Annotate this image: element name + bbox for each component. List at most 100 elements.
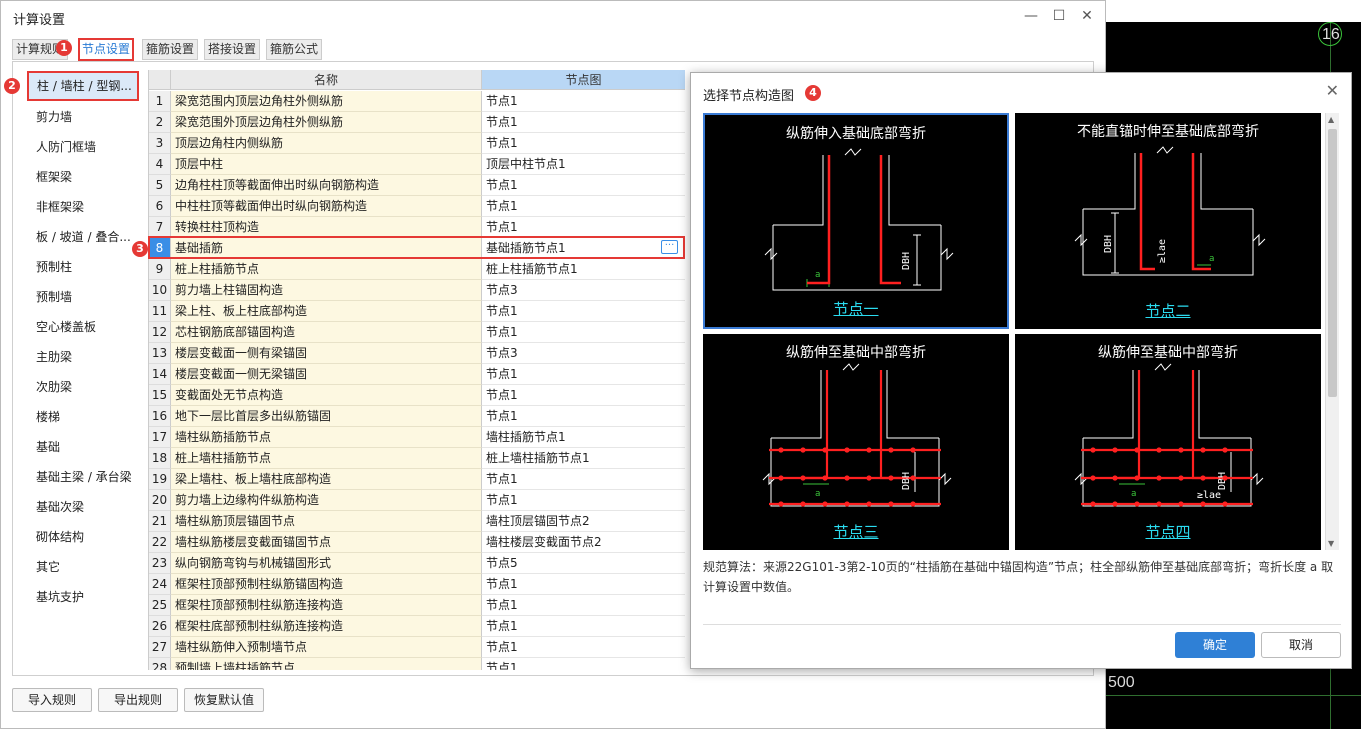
table-row[interactable]: 14 楼层变截面一侧无梁锚固 节点1 [149,364,685,385]
table-row[interactable]: 9 桩上柱插筋节点 桩上柱插筋节点1 [149,259,685,280]
sidebar-item-civil-defense-frame-wall[interactable]: 人防门框墙 [24,133,139,161]
row-node-value[interactable]: 基础插筋节点1 [482,238,685,259]
ok-button[interactable]: 确定 [1175,632,1255,658]
row-node-value[interactable]: 节点1 [482,574,685,595]
sidebar-item-slab[interactable]: 板 / 坡道 / 叠合... [24,223,139,251]
scroll-down-icon[interactable]: ▼ [1328,539,1334,548]
sidebar-item-pit-support[interactable]: 基坑支护 [24,583,139,611]
table-row[interactable]: 28 预制墙上墙柱插筋节点 节点1 [149,658,685,670]
rebar-dot [1134,475,1140,481]
row-node-value[interactable]: 墙柱楼层变截面节点2 [482,532,685,553]
table-row[interactable]: 1 梁宽范围内顶层边角柱外侧纵筋 节点1 [149,91,685,112]
sidebar-item-stair[interactable]: 楼梯 [24,403,139,431]
row-node-value[interactable]: 节点1 [482,301,685,322]
row-node-value[interactable]: 节点1 [482,364,685,385]
row-node-value[interactable]: 顶层中柱节点1 [482,154,685,175]
row-node-value[interactable]: 节点1 [482,469,685,490]
sidebar-item-frame-beam[interactable]: 框架梁 [24,163,139,191]
sidebar-item-foundation[interactable]: 基础 [24,433,139,461]
row-node-value[interactable]: 节点3 [482,343,685,364]
sidebar-item-masonry[interactable]: 砌体结构 [24,523,139,551]
sidebar-item-precast-column[interactable]: 预制柱 [24,253,139,281]
row-node-value[interactable]: 节点1 [482,175,685,196]
table-row[interactable]: 20 剪力墙上边缘构件纵筋构造 节点1 [149,490,685,511]
table-row[interactable]: 16 地下一层比首层多出纵筋锚固 节点1 [149,406,685,427]
header-name[interactable]: 名称 [171,70,482,90]
dialog-scrollbar[interactable]: ▲ ▼ [1325,113,1339,550]
table-row[interactable]: 7 转换柱柱顶构造 节点1 [149,217,685,238]
table-row[interactable]: 12 芯柱钢筋底部锚固构造 节点1 [149,322,685,343]
row-node-value[interactable]: 节点1 [482,385,685,406]
row-node-value[interactable]: 节点3 [482,280,685,301]
table-row[interactable]: 18 桩上墙柱插筋节点 桩上墙柱插筋节点1 [149,448,685,469]
row-node-value[interactable]: 节点1 [482,406,685,427]
sidebar-item-secondary-rib-beam[interactable]: 次肋梁 [24,373,139,401]
table-row[interactable]: 19 梁上墙柱、板上墙柱底部构造 节点1 [149,469,685,490]
sidebar-item-foundation-main-beam[interactable]: 基础主梁 / 承台梁 [24,463,139,491]
row-node-value[interactable]: 节点1 [482,595,685,616]
svg-text:a: a [1209,254,1214,264]
table-row[interactable]: 22 墙柱纵筋楼层变截面锚固节点 墙柱楼层变截面节点2 [149,532,685,553]
sidebar-item-column[interactable]: 柱 / 墙柱 / 型钢... [27,71,139,101]
sidebar-item-foundation-secondary-beam[interactable]: 基础次梁 [24,493,139,521]
maximize-icon[interactable]: ☐ [1049,7,1069,25]
sidebar-item-hollow-floor[interactable]: 空心楼盖板 [24,313,139,341]
row-node-value[interactable]: 节点1 [482,196,685,217]
table-row[interactable]: 10 剪力墙上柱锚固构造 节点3 [149,280,685,301]
header-node-diagram[interactable]: 节点图 [482,70,685,90]
sidebar-item-other[interactable]: 其它 [24,553,139,581]
import-rules-button[interactable]: 导入规则 [12,688,92,712]
row-node-value[interactable]: 节点1 [482,217,685,238]
node-tile-3[interactable]: 纵筋伸至基础中部弯折 DBH a 节点三 [703,334,1009,550]
table-row[interactable]: 17 墙柱纵筋插筋节点 墙柱插筋节点1 [149,427,685,448]
row-node-value[interactable]: 节点1 [482,637,685,658]
restore-defaults-button[interactable]: 恢复默认值 [184,688,264,712]
table-row[interactable]: 4 顶层中柱 顶层中柱节点1 [149,154,685,175]
export-rules-button[interactable]: 导出规则 [98,688,178,712]
node-tile-1[interactable]: 纵筋伸入基础底部弯折 DBH a 节点一 [703,113,1009,329]
tab-stirrup-formula[interactable]: 箍筋公式 [266,39,322,60]
tab-lap-settings[interactable]: 搭接设置 [204,39,260,60]
node-picker-button[interactable]: ··· [661,240,678,254]
table-row[interactable]: 23 纵向钢筋弯钩与机械锚固形式 节点5 [149,553,685,574]
row-node-value[interactable]: 节点1 [482,658,685,670]
row-node-value[interactable]: 节点1 [482,112,685,133]
table-row[interactable]: 8 基础插筋 基础插筋节点1 [149,238,685,259]
table-row[interactable]: 13 楼层变截面一侧有梁锚固 节点3 [149,343,685,364]
row-node-value[interactable]: 节点1 [482,91,685,112]
row-node-value[interactable]: 节点5 [482,553,685,574]
dialog-close-icon[interactable]: ✕ [1326,81,1339,100]
row-node-value[interactable]: 节点1 [482,616,685,637]
minimize-icon[interactable]: — [1021,7,1041,25]
table-row[interactable]: 21 墙柱纵筋顶层锚固节点 墙柱顶层锚固节点2 [149,511,685,532]
table-row[interactable]: 5 边角柱柱顶等截面伸出时纵向钢筋构造 节点1 [149,175,685,196]
tab-node-settings[interactable]: 节点设置 [78,38,134,61]
table-row[interactable]: 27 墙柱纵筋伸入预制墙节点 节点1 [149,637,685,658]
row-node-value[interactable]: 墙柱顶层锚固节点2 [482,511,685,532]
row-node-value[interactable]: 桩上柱插筋节点1 [482,259,685,280]
row-node-value[interactable]: 墙柱插筋节点1 [482,427,685,448]
scroll-up-icon[interactable]: ▲ [1328,115,1334,124]
table-row[interactable]: 2 梁宽范围外顶层边角柱外侧纵筋 节点1 [149,112,685,133]
sidebar-item-main-rib-beam[interactable]: 主肋梁 [24,343,139,371]
table-row[interactable]: 3 顶层边角柱内侧纵筋 节点1 [149,133,685,154]
row-node-value[interactable]: 节点1 [482,322,685,343]
table-row[interactable]: 6 中柱柱顶等截面伸出时纵向钢筋构造 节点1 [149,196,685,217]
table-row[interactable]: 15 变截面处无节点构造 节点1 [149,385,685,406]
scroll-thumb[interactable] [1328,129,1337,397]
sidebar-item-precast-wall[interactable]: 预制墙 [24,283,139,311]
sidebar-item-non-frame-beam[interactable]: 非框架梁 [24,193,139,221]
sidebar-item-shear-wall[interactable]: 剪力墙 [24,103,139,131]
table-row[interactable]: 25 框架柱顶部预制柱纵筋连接构造 节点1 [149,595,685,616]
tab-stirrup-settings[interactable]: 箍筋设置 [142,39,198,60]
table-row[interactable]: 24 框架柱顶部预制柱纵筋锚固构造 节点1 [149,574,685,595]
row-node-value[interactable]: 桩上墙柱插筋节点1 [482,448,685,469]
table-row[interactable]: 26 框架柱底部预制柱纵筋连接构造 节点1 [149,616,685,637]
node-tile-2[interactable]: 不能直锚时伸至基础底部弯折 DBH ≥lae a 节点二 [1015,113,1321,329]
table-row[interactable]: 11 梁上柱、板上柱底部构造 节点1 [149,301,685,322]
row-node-value[interactable]: 节点1 [482,490,685,511]
cancel-button[interactable]: 取消 [1261,632,1341,658]
row-node-value[interactable]: 节点1 [482,133,685,154]
close-icon[interactable]: ✕ [1077,7,1097,25]
node-tile-4[interactable]: 纵筋伸至基础中部弯折 DBH ≥lae a 节点四 [1015,334,1321,550]
